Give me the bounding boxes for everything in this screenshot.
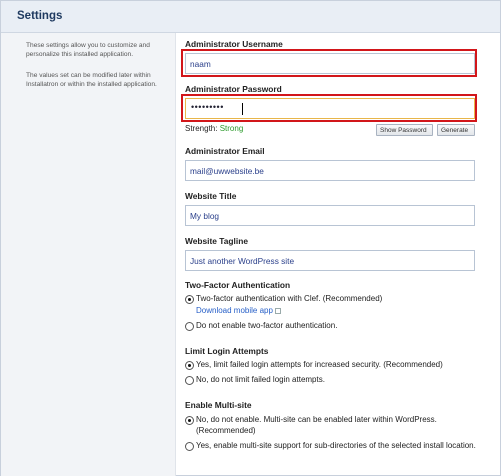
sidebar-note: The values set can be modified later wit… (26, 72, 157, 88)
admin-email-label: Administrator Email (185, 146, 265, 156)
two-factor-option-disable-label: Do not enable two-factor authentication. (196, 321, 338, 330)
website-tagline-label: Website Tagline (185, 236, 248, 246)
panel-header: Settings (1, 1, 500, 33)
limit-login-option-yes-label: Yes, limit failed login attempts for inc… (196, 360, 443, 369)
show-password-button[interactable]: Show Password (376, 124, 433, 136)
two-factor-option-clef-label: Two-factor authentication with Clef. (Re… (196, 294, 383, 303)
admin-email-value: mail@uwwebsite.be (190, 166, 264, 176)
radio-unselected-icon[interactable] (185, 442, 194, 451)
external-link-icon (274, 307, 281, 314)
admin-password-label: Administrator Password (185, 84, 282, 94)
admin-password-value: ••••••••• (191, 102, 224, 112)
multisite-option-no-label: No, do not enable. Multi-site can be ena… (196, 415, 437, 435)
radio-selected-icon[interactable] (185, 295, 194, 304)
settings-sidebar: These settings allow you to customize an… (1, 33, 176, 476)
two-factor-label: Two-Factor Authentication (185, 280, 291, 290)
radio-unselected-icon[interactable] (185, 376, 194, 385)
admin-username-input[interactable]: naam (185, 53, 475, 74)
limit-login-option-no-label: No, do not limit failed login attempts. (196, 375, 325, 384)
generate-password-button[interactable]: Generate (437, 124, 475, 136)
radio-unselected-icon[interactable] (185, 322, 194, 331)
admin-username-value: naam (190, 59, 211, 69)
strength-label: Strength: (185, 124, 218, 133)
admin-password-input[interactable]: ••••••••• (185, 98, 475, 119)
website-tagline-input[interactable]: Just another WordPress site (185, 250, 475, 271)
password-strength: Strength: Strong (185, 124, 243, 133)
radio-selected-icon[interactable] (185, 416, 194, 425)
download-mobile-app-label: Download mobile app (196, 306, 273, 315)
limit-login-label: Limit Login Attempts (185, 346, 269, 356)
admin-username-label: Administrator Username (185, 39, 283, 49)
multisite-label: Enable Multi-site (185, 400, 252, 410)
radio-selected-icon[interactable] (185, 361, 194, 370)
website-tagline-value: Just another WordPress site (190, 256, 295, 266)
text-caret (242, 103, 243, 115)
sidebar-description: These settings allow you to customize an… (26, 42, 150, 58)
strength-value: Strong (219, 124, 244, 133)
website-title-input[interactable]: My blog (185, 205, 475, 226)
website-title-label: Website Title (185, 191, 237, 201)
panel-title: Settings (17, 10, 63, 22)
download-mobile-app-link[interactable]: Download mobile app (196, 306, 281, 315)
website-title-value: My blog (190, 211, 220, 221)
admin-email-input[interactable]: mail@uwwebsite.be (185, 160, 475, 181)
multisite-option-yes-label: Yes, enable multi-site support for sub-d… (196, 441, 476, 450)
